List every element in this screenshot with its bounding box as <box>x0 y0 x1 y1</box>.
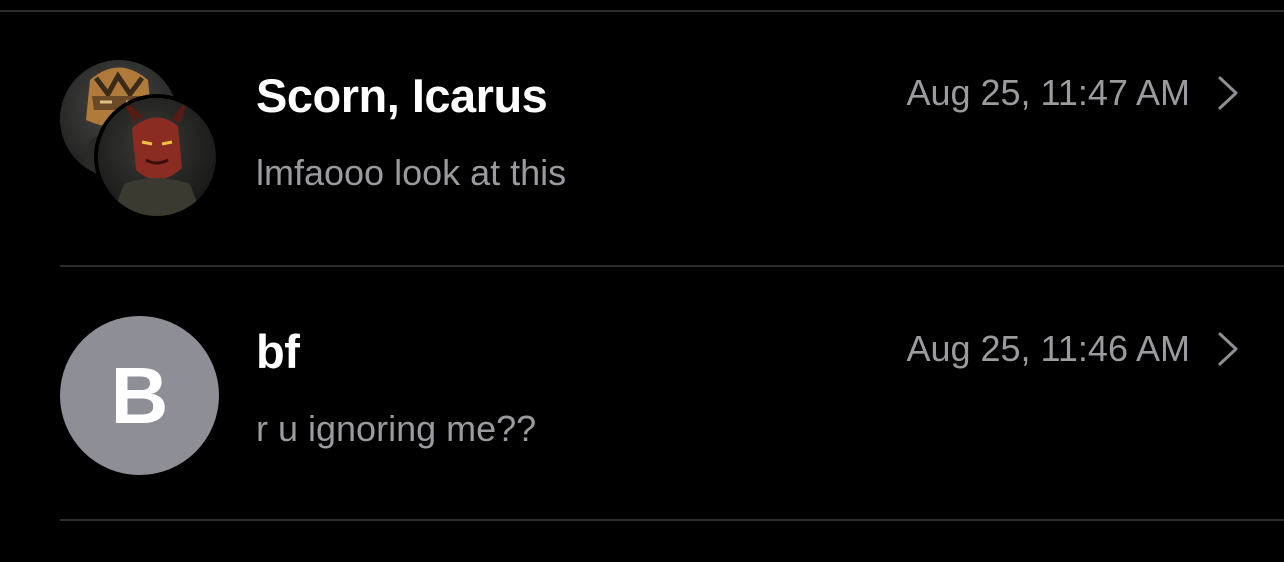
conversation-name: Scorn, Icarus <box>256 69 548 122</box>
conversation-row[interactable]: Scorn, Icarus lmfaooo look at this Aug 2… <box>0 12 1284 267</box>
message-preview: lmfaooo look at this <box>256 152 567 193</box>
message-preview: r u ignoring me?? <box>256 408 537 449</box>
chevron-right-icon <box>1218 76 1238 110</box>
avatar-photo-front <box>98 98 216 216</box>
message-timestamp: Aug 25, 11:47 AM <box>906 72 1190 113</box>
row-divider <box>60 519 1284 521</box>
message-timestamp: Aug 25, 11:46 AM <box>906 328 1190 369</box>
avatar: B <box>60 316 219 475</box>
conversation-name: bf <box>256 325 300 378</box>
conversation-row[interactable]: B bf r u ignoring me?? Aug 25, 11:46 AM <box>0 267 1284 521</box>
avatar-initial: B <box>110 350 169 440</box>
group-avatar <box>60 60 216 216</box>
chevron-right-icon <box>1218 332 1238 366</box>
